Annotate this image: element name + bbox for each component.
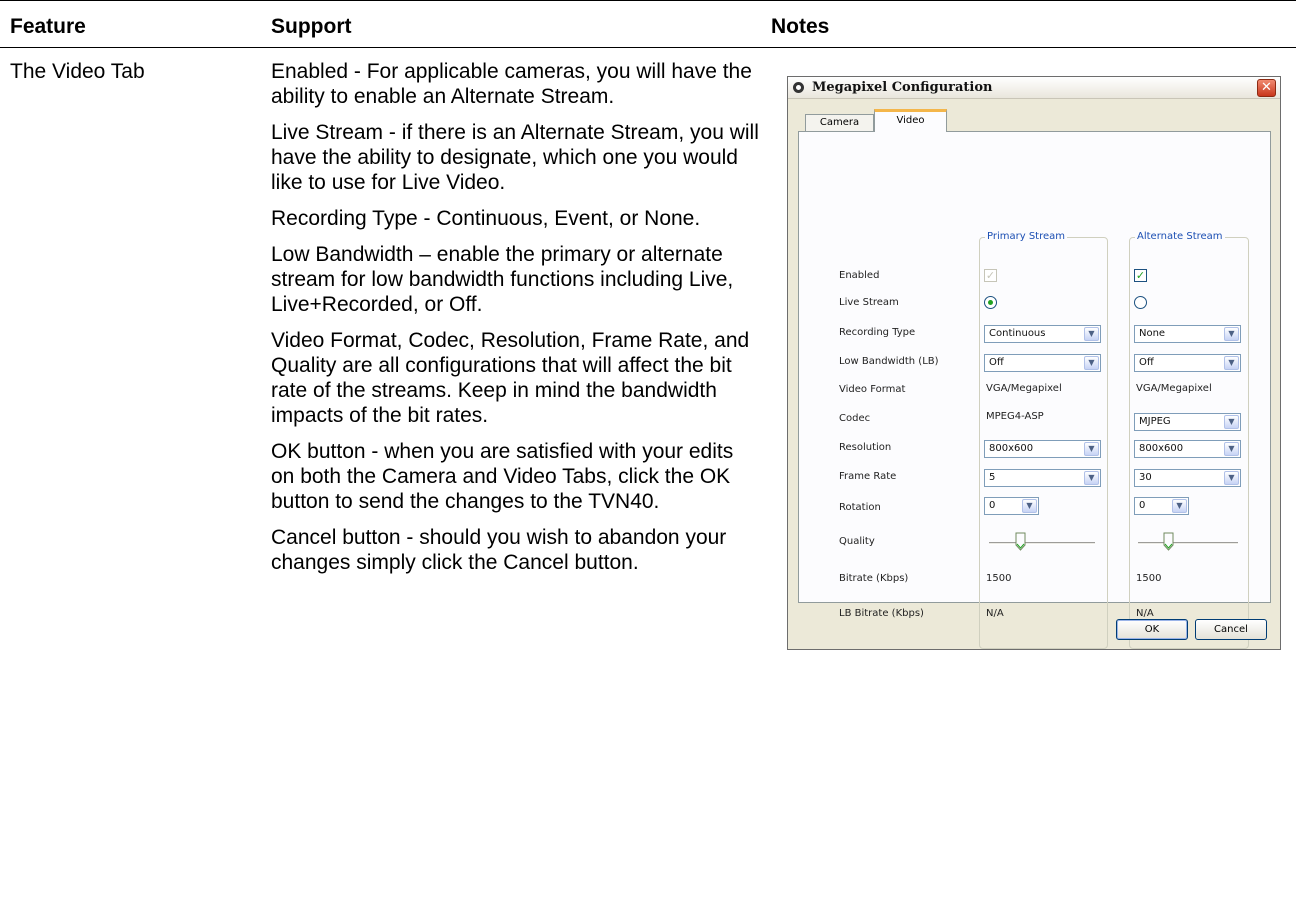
alternate-lb-bitrate: N/A — [1136, 608, 1154, 619]
label-enabled: Enabled — [839, 270, 880, 281]
select-value: 5 — [989, 472, 996, 483]
select-value: 800x600 — [1139, 443, 1184, 454]
alternate-frame-rate-select[interactable]: 30 ▼ — [1134, 469, 1241, 487]
primary-quality-slider-thumb[interactable] — [1015, 532, 1026, 551]
support-paragraph-enabled: Enabled - For applicable cameras, you wi… — [271, 60, 752, 108]
ok-button[interactable]: OK — [1116, 619, 1188, 640]
select-value: 800x600 — [989, 443, 1034, 454]
table-header-rule — [0, 47, 1296, 48]
primary-codec: MPEG4-ASP — [986, 411, 1044, 422]
select-value: Continuous — [989, 328, 1046, 339]
support-paragraph-ok-button: OK button - when you are satisfied with … — [271, 440, 734, 513]
primary-lb-bitrate: N/A — [986, 608, 1004, 619]
chevron-down-icon[interactable]: ▼ — [1084, 471, 1099, 485]
support-paragraph-live-stream: Live Stream - if there is an Alternate S… — [271, 121, 759, 194]
chevron-down-icon[interactable]: ▼ — [1224, 442, 1239, 456]
primary-quality-slider-track — [989, 542, 1095, 545]
label-live-stream: Live Stream — [839, 297, 899, 308]
support-paragraph-recording-type: Recording Type - Continuous, Event, or N… — [271, 207, 701, 230]
support-cell: Enabled - For applicable cameras, you wi… — [271, 59, 761, 586]
tab-camera[interactable]: Camera — [805, 114, 874, 131]
primary-live-stream-radio[interactable] — [984, 296, 997, 309]
select-value: 30 — [1139, 472, 1152, 483]
support-paragraph-bitrate: Video Format, Codec, Resolution, Frame R… — [271, 329, 750, 427]
label-recording-type: Recording Type — [839, 327, 916, 338]
label-low-bandwidth: Low Bandwidth (LB) — [839, 356, 939, 367]
select-value: Off — [989, 357, 1004, 368]
alternate-quality-slider-track — [1138, 542, 1238, 545]
chevron-down-icon[interactable]: ▼ — [1172, 499, 1187, 513]
dialog-title: Megapixel Configuration — [812, 80, 993, 95]
column-header-feature: Feature — [10, 15, 86, 38]
support-paragraph-cancel-button: Cancel button - should you wish to aband… — [271, 526, 727, 574]
alternate-low-bandwidth-select[interactable]: Off ▼ — [1134, 354, 1241, 372]
chevron-down-icon[interactable]: ▼ — [1084, 327, 1099, 341]
chevron-down-icon[interactable]: ▼ — [1224, 356, 1239, 370]
primary-rotation-select[interactable]: 0 ▼ — [984, 497, 1039, 515]
label-codec: Codec — [839, 413, 871, 424]
chevron-down-icon[interactable]: ▼ — [1224, 471, 1239, 485]
label-rotation: Rotation — [839, 502, 881, 513]
label-frame-rate: Frame Rate — [839, 471, 897, 482]
radio-selected-dot — [988, 300, 993, 305]
alternate-live-stream-radio[interactable] — [1134, 296, 1147, 309]
alternate-resolution-select[interactable]: 800x600 ▼ — [1134, 440, 1241, 458]
primary-stream-title: Primary Stream — [985, 231, 1068, 242]
label-bitrate: Bitrate (Kbps) — [839, 573, 909, 584]
chevron-down-icon[interactable]: ▼ — [1022, 499, 1037, 513]
tab-video[interactable]: Video — [874, 109, 947, 132]
close-icon[interactable]: ✕ — [1257, 79, 1276, 97]
feature-cell: The Video Tab — [10, 60, 145, 83]
select-value: 0 — [1139, 500, 1146, 511]
primary-bitrate: 1500 — [986, 573, 1012, 584]
chevron-down-icon[interactable]: ▼ — [1084, 442, 1099, 456]
select-value: Off — [1139, 357, 1154, 368]
alternate-rotation-select[interactable]: 0 ▼ — [1134, 497, 1189, 515]
select-value: None — [1139, 328, 1166, 339]
alternate-quality-slider-thumb[interactable] — [1163, 532, 1174, 551]
column-header-support: Support — [271, 15, 352, 38]
label-video-format: Video Format — [839, 384, 906, 395]
megapixel-configuration-dialog: Megapixel Configuration ✕ Camera Video E… — [787, 76, 1281, 650]
alternate-recording-type-select[interactable]: None ▼ — [1134, 325, 1241, 343]
alternate-stream-title: Alternate Stream — [1135, 231, 1225, 242]
app-icon — [793, 82, 804, 93]
chevron-down-icon[interactable]: ▼ — [1224, 415, 1239, 429]
dialog-title-bar[interactable]: Megapixel Configuration ✕ — [788, 77, 1280, 99]
select-value: 0 — [989, 500, 996, 511]
cancel-button[interactable]: Cancel — [1195, 619, 1267, 640]
primary-resolution-select[interactable]: 800x600 ▼ — [984, 440, 1101, 458]
primary-recording-type-select[interactable]: Continuous ▼ — [984, 325, 1101, 343]
label-quality: Quality — [839, 536, 875, 547]
primary-low-bandwidth-select[interactable]: Off ▼ — [984, 354, 1101, 372]
primary-enabled-checkbox[interactable]: ✓ — [984, 269, 997, 282]
primary-video-format: VGA/Megapixel — [986, 383, 1062, 394]
alternate-video-format: VGA/Megapixel — [1136, 383, 1212, 394]
chevron-down-icon[interactable]: ▼ — [1084, 356, 1099, 370]
alternate-codec-select[interactable]: MJPEG ▼ — [1134, 413, 1241, 431]
chevron-down-icon[interactable]: ▼ — [1224, 327, 1239, 341]
label-lb-bitrate: LB Bitrate (Kbps) — [839, 608, 924, 619]
label-resolution: Resolution — [839, 442, 892, 453]
table-top-rule — [0, 0, 1296, 1]
primary-frame-rate-select[interactable]: 5 ▼ — [984, 469, 1101, 487]
support-paragraph-low-bandwidth: Low Bandwidth – enable the primary or al… — [271, 243, 734, 316]
alternate-enabled-checkbox[interactable]: ✓ — [1134, 269, 1147, 282]
column-header-notes: Notes — [771, 15, 830, 38]
select-value: MJPEG — [1139, 416, 1171, 427]
alternate-bitrate: 1500 — [1136, 573, 1162, 584]
video-tab-panel: Enabled Live Stream Recording Type Low B… — [798, 131, 1271, 649]
